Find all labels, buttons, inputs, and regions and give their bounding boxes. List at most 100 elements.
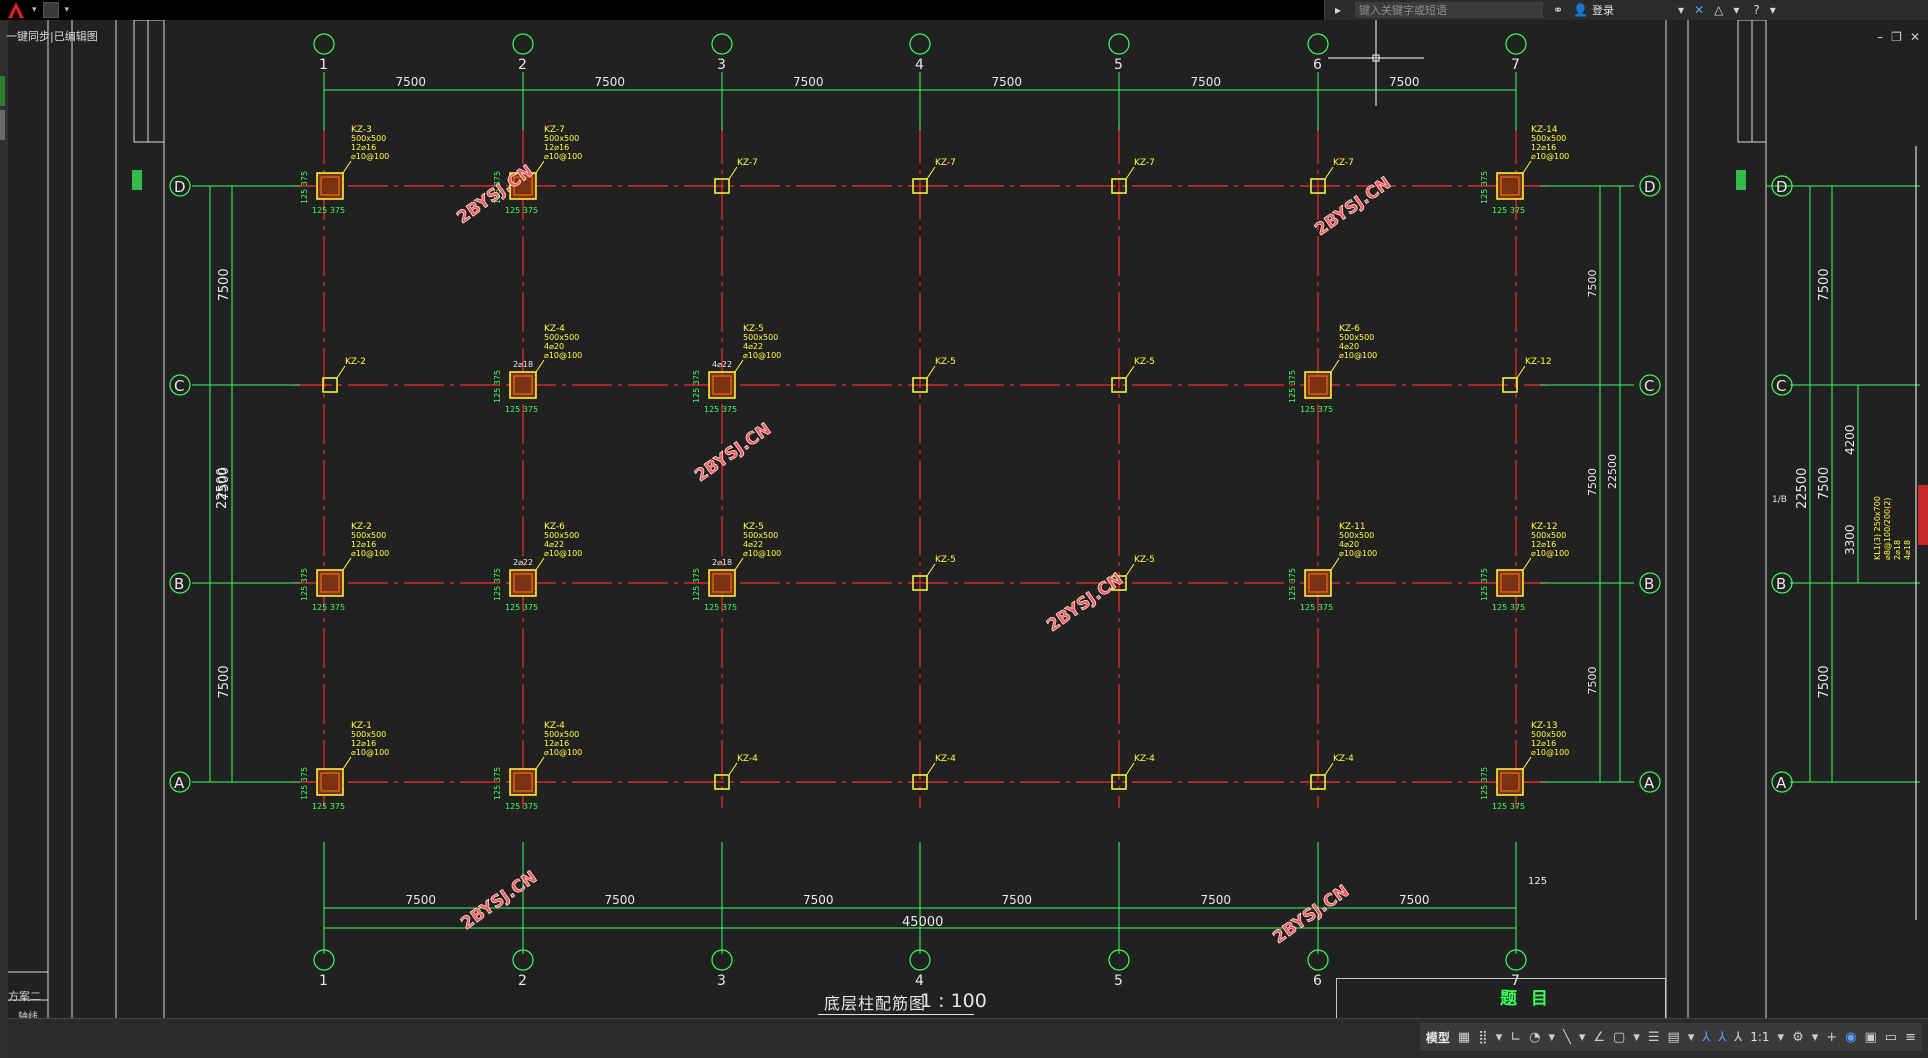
app-menu-icon[interactable] <box>6 1 26 19</box>
column-section-dims: 125 375 <box>312 802 345 811</box>
clean-screen-icon[interactable]: ▭ <box>1885 1030 1897 1045</box>
snap-icon[interactable]: ⣿ <box>1478 1030 1488 1045</box>
column-leader-1-7 <box>1522 160 1532 174</box>
plus-icon[interactable]: + <box>1826 1030 1837 1045</box>
grid-bubble-label-A-right: A <box>1644 774 1655 792</box>
grid-bubble-label-B-left: B <box>174 575 184 593</box>
grid-bubble-2-top <box>512 33 534 55</box>
column-spec: 4⌀20 <box>1339 342 1359 351</box>
customize-menu-icon[interactable]: ≡ <box>1905 1030 1916 1045</box>
dim-text-bottom-1: 7500 <box>406 893 437 907</box>
column-leader-1-1 <box>342 160 352 174</box>
auto-scale-icon[interactable]: ⅄ <box>1718 1030 1726 1045</box>
grid-bubble-6-top <box>1307 33 1329 55</box>
column-spec: ⌀10@100 <box>351 748 389 757</box>
column-label: KZ-5 <box>935 555 956 565</box>
column-label: KZ-7 <box>1134 158 1155 168</box>
grid-icon[interactable]: ▦ <box>1458 1030 1470 1045</box>
column-spec: ⌀10@100 <box>351 152 389 161</box>
gear-icon[interactable]: ⚙ <box>1792 1030 1804 1045</box>
annotation-scale-label[interactable]: 1:1 <box>1750 1030 1769 1044</box>
annotation-scale-icon[interactable]: ⅄ <box>1734 1030 1742 1045</box>
chevron-down-icon[interactable]: ▾ <box>1496 1030 1503 1045</box>
rp-dim-text-3: 7500 <box>1817 665 1832 698</box>
customize-dropdown-icon[interactable]: ▾ <box>65 5 70 15</box>
chevron-down-icon[interactable]: ▾ <box>1633 1030 1640 1045</box>
column-spec: ⌀10@100 <box>1531 152 1569 161</box>
grid-bubble-label-C-right: C <box>1644 377 1654 395</box>
chevron-down-icon[interactable]: ▾ <box>1688 1030 1695 1045</box>
column-spec: ⌀10@100 <box>544 748 582 757</box>
save-icon[interactable] <box>42 2 59 18</box>
grid-bubble-label-4-top: 4 <box>915 57 924 73</box>
binoculars-icon[interactable]: ⚭ <box>1553 3 1563 17</box>
rp-subdim-1: 4200 <box>1843 424 1857 455</box>
isodraft-icon[interactable]: ╲ <box>1563 1030 1571 1045</box>
column-side-dims: 125 375 <box>493 370 502 403</box>
exchange-icon[interactable]: ✕ <box>1694 3 1704 17</box>
minimize-icon[interactable]: – <box>1877 30 1883 44</box>
column-spec: ⌀10@100 <box>743 351 781 360</box>
restore-icon[interactable]: ❐ <box>1891 30 1902 44</box>
column-spec: 500x500 <box>544 333 579 342</box>
dim-text-top-5: 7500 <box>1191 75 1222 89</box>
hardware-accel-icon[interactable]: ▣ <box>1865 1030 1877 1045</box>
user-icon[interactable]: 👤 <box>1573 3 1588 17</box>
column-section-dims: 125 375 <box>704 405 737 414</box>
help-icon[interactable]: ? <box>1753 3 1759 17</box>
dim-text-top-2: 7500 <box>595 75 626 89</box>
drawing-canvas[interactable]: 7500 7500 7500 7500 7500 75007500 7500 7500 7500… <box>0 20 1928 1018</box>
chevron-down-icon[interactable]: ▾ <box>1812 1030 1819 1045</box>
column-leader-2-1 <box>336 365 346 379</box>
column-spec: 4⌀22 <box>743 540 763 549</box>
chevron-down-icon[interactable]: ▾ <box>1733 3 1739 17</box>
column-leader-4-3 <box>728 762 738 776</box>
rp-bubble-sub: 1/B <box>1772 495 1787 505</box>
polar-icon[interactable]: ◔ <box>1529 1030 1540 1045</box>
title-block-label: 题 目 <box>1500 989 1552 1009</box>
watermark-2: 2BYSJ.CN <box>1311 173 1394 240</box>
lineweight-icon[interactable]: ☰ <box>1648 1030 1660 1045</box>
model-tab[interactable]: 模型 <box>1426 1029 1450 1046</box>
column-label: KZ-2 <box>345 357 366 367</box>
connect-icon[interactable]: △ <box>1714 3 1723 17</box>
close-icon[interactable]: ✕ <box>1910 30 1920 44</box>
column-side-dims: 125 375 <box>692 568 701 601</box>
rp-dim-text-1: 7500 <box>1817 268 1832 301</box>
dim-text-bottom-6: 7500 <box>1399 893 1430 907</box>
window-controls: – ❐ ✕ <box>1877 30 1920 44</box>
ortho-icon[interactable]: ∟ <box>1510 1030 1521 1045</box>
chevron-down-icon[interactable]: ▾ <box>1678 3 1684 17</box>
column-section-dims: 125 375 <box>312 603 345 612</box>
chevron-down-icon[interactable]: ▾ <box>1778 1030 1785 1045</box>
rp-beam-note-2: ⌀8@100/200(2) <box>1883 498 1892 560</box>
chevron-down-icon[interactable]: ▾ <box>1579 1030 1586 1045</box>
column-section-dims: 125 375 <box>505 603 538 612</box>
chevron-down-icon[interactable]: ▾ <box>1770 3 1776 17</box>
column-leader-1-2 <box>535 160 545 174</box>
column-spec: 500x500 <box>1531 730 1566 739</box>
dim-text-left-1: 7500 <box>217 268 232 301</box>
object-snap-tracking-icon[interactable]: ∠ <box>1593 1030 1605 1045</box>
expand-arrow-icon[interactable]: ▸ <box>1335 3 1341 17</box>
column-section-dims: 125 375 <box>505 405 538 414</box>
column-leader-2-7 <box>1516 365 1526 379</box>
chevron-down-icon[interactable]: ▾ <box>1549 1030 1556 1045</box>
column-spec: 500x500 <box>1339 333 1374 342</box>
rp-bubble-label-B: B <box>1776 575 1786 593</box>
isolate-icon[interactable]: ◉ <box>1845 1030 1856 1045</box>
dim-text-top-6: 7500 <box>1389 75 1420 89</box>
status-tools: 模型 ▦ ⣿ ▾ ∟ ◔ ▾ ╲ ▾ ∠ ▢ ▾ ☰ ▤ ▾ ⅄ ⅄ ⅄ 1:1… <box>1419 1023 1922 1051</box>
quick-access-toolbar: ▾ ▾ <box>0 0 69 20</box>
column-leader-1-5 <box>1125 166 1135 180</box>
search-input[interactable] <box>1355 2 1544 18</box>
transparency-icon[interactable]: ▤ <box>1668 1030 1680 1045</box>
column-side-dims: 125 375 <box>1480 568 1489 601</box>
annotation-visibility-icon[interactable]: ⅄ <box>1702 1030 1710 1045</box>
chevron-down-icon[interactable]: ▾ <box>32 5 37 15</box>
column-side-dims: 125 375 <box>493 568 502 601</box>
login-label[interactable]: 登录 <box>1592 2 1614 18</box>
column-spec: 500x500 <box>1339 531 1374 540</box>
osnap-icon[interactable]: ▢ <box>1613 1030 1625 1045</box>
column-leader-2-5 <box>1125 365 1135 379</box>
